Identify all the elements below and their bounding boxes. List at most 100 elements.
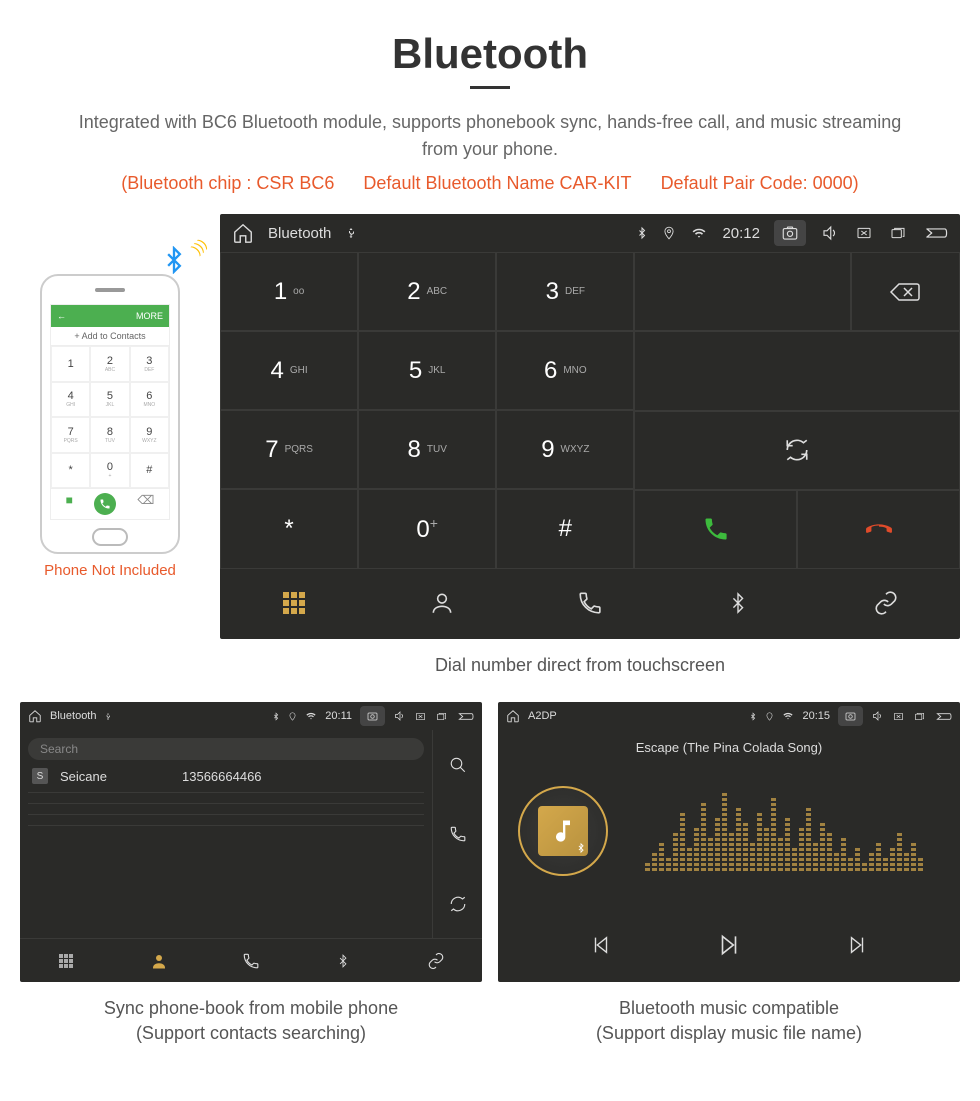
search-input[interactable]: Search: [28, 738, 424, 760]
next-track-button[interactable]: [846, 934, 868, 956]
location-icon: [288, 711, 297, 722]
location-icon: [765, 711, 774, 722]
bluetooth-tab[interactable]: [664, 569, 812, 637]
volume-icon[interactable]: [393, 710, 406, 722]
dial-key-9[interactable]: 9WXYZ: [496, 410, 634, 489]
recent-apps-icon[interactable]: [913, 711, 926, 722]
volume-icon[interactable]: [871, 710, 884, 722]
dial-key-#[interactable]: #: [496, 489, 634, 569]
status-title: Bluetooth: [268, 225, 331, 242]
keypad-tab[interactable]: [220, 569, 368, 637]
link-tab[interactable]: [812, 569, 960, 637]
screenshot-icon[interactable]: [360, 706, 385, 726]
music-device: A2DP 20:15 Escape (The Pina Colada Song): [498, 702, 960, 982]
subtitle: Integrated with BC6 Bluetooth module, su…: [65, 109, 915, 163]
phone-key-3: 3DEF: [130, 346, 169, 382]
title-underline: [470, 86, 510, 89]
sync-button[interactable]: [634, 411, 960, 490]
spec-line: (Bluetooth chip : CSR BC6 Default Blueto…: [20, 173, 960, 194]
phone-not-included: Phone Not Included: [20, 562, 200, 579]
contact-badge: S: [32, 768, 48, 784]
dial-key-4[interactable]: 4GHI: [220, 331, 358, 410]
keypad-tab[interactable]: [20, 939, 112, 982]
phone-key-5: 5JKL: [90, 382, 129, 418]
close-screen-icon[interactable]: [892, 711, 905, 722]
volume-icon[interactable]: [820, 224, 840, 242]
home-icon[interactable]: [232, 222, 254, 244]
search-button[interactable]: [433, 730, 482, 799]
recent-apps-icon[interactable]: [888, 225, 908, 241]
call-button[interactable]: [433, 800, 482, 869]
spec-chip: (Bluetooth chip : CSR BC6: [121, 173, 334, 193]
bluetooth-tab[interactable]: [297, 939, 389, 982]
hangup-button[interactable]: [797, 490, 960, 569]
play-pause-button[interactable]: [716, 932, 742, 958]
bluetooth-status-icon: [749, 711, 757, 722]
dialer-caption: Dial number direct from touchscreen: [20, 653, 960, 678]
close-screen-icon[interactable]: [414, 711, 427, 722]
wifi-icon: [690, 226, 708, 240]
close-screen-icon[interactable]: [854, 225, 874, 241]
usb-icon: [104, 711, 112, 722]
phone-key-9: 9WXYZ: [130, 417, 169, 453]
status-bar: Bluetooth 20:12: [220, 214, 960, 252]
album-art: [518, 786, 608, 876]
phone-key-7: 7PQRS: [51, 417, 90, 453]
equalizer-visualizer: [628, 791, 940, 871]
spec-name: Default Bluetooth Name CAR-KIT: [363, 173, 631, 193]
prev-track-button[interactable]: [590, 934, 612, 956]
status-time: 20:12: [722, 225, 760, 242]
wifi-icon: [782, 711, 794, 721]
back-icon[interactable]: [456, 711, 474, 722]
backspace-button[interactable]: [851, 252, 960, 331]
phone-mockup: ← MORE + Add to Contacts 12ABC3DEF4GHI5J…: [40, 274, 180, 554]
sync-button[interactable]: [433, 869, 482, 938]
screenshot-icon[interactable]: [774, 220, 806, 246]
dial-key-3[interactable]: 3DEF: [496, 252, 634, 331]
song-title: Escape (The Pina Colada Song): [498, 740, 960, 755]
dial-key-2[interactable]: 2ABC: [358, 252, 496, 331]
music-caption: Bluetooth music compatible(Support displ…: [498, 996, 960, 1046]
dial-key-0[interactable]: 0+: [358, 489, 496, 569]
back-icon[interactable]: [922, 225, 948, 241]
home-icon[interactable]: [506, 709, 520, 723]
bluetooth-signal-icon: [160, 246, 188, 274]
recent-apps-icon[interactable]: [435, 711, 448, 722]
contacts-status-title: Bluetooth: [50, 710, 96, 722]
call-button[interactable]: [634, 490, 797, 569]
contacts-device: Bluetooth 20:11 Search: [20, 702, 482, 982]
usb-icon: [345, 225, 357, 241]
phone-delete-icon: ⌫: [137, 493, 154, 515]
phone-key-#: #: [130, 453, 169, 489]
back-icon[interactable]: [934, 711, 952, 722]
phone-more: MORE: [136, 311, 163, 321]
call-log-tab[interactable]: [205, 939, 297, 982]
contact-row[interactable]: S Seicane 13566664466: [28, 760, 424, 793]
phone-key-1: 1: [51, 346, 90, 382]
phone-call-button: [94, 493, 116, 515]
music-note-icon: [538, 806, 588, 856]
screenshot-icon[interactable]: [838, 706, 863, 726]
phone-key-6: 6MNO: [130, 382, 169, 418]
contacts-tab[interactable]: [368, 569, 516, 637]
link-tab[interactable]: [390, 939, 482, 982]
dial-key-1[interactable]: 1oo: [220, 252, 358, 331]
home-icon[interactable]: [28, 709, 42, 723]
contacts-time: 20:11: [325, 710, 352, 722]
contacts-caption: Sync phone-book from mobile phone(Suppor…: [20, 996, 482, 1046]
bluetooth-status-icon: [272, 711, 280, 722]
contact-number: 13566664466: [182, 769, 262, 784]
call-log-tab[interactable]: [516, 569, 664, 637]
music-status-title: A2DP: [528, 710, 557, 722]
phone-key-2: 2ABC: [90, 346, 129, 382]
dial-key-7[interactable]: 7PQRS: [220, 410, 358, 489]
phone-video-icon: ■: [66, 493, 73, 515]
dial-key-8[interactable]: 8TUV: [358, 410, 496, 489]
dial-key-6[interactable]: 6MNO: [496, 331, 634, 410]
phone-add-contacts: + Add to Contacts: [51, 327, 169, 346]
dial-key-5[interactable]: 5JKL: [358, 331, 496, 410]
dial-key-*[interactable]: *: [220, 489, 358, 569]
contacts-tab-active[interactable]: [112, 939, 204, 982]
phone-key-8: 8TUV: [90, 417, 129, 453]
phone-key-*: *: [51, 453, 90, 489]
